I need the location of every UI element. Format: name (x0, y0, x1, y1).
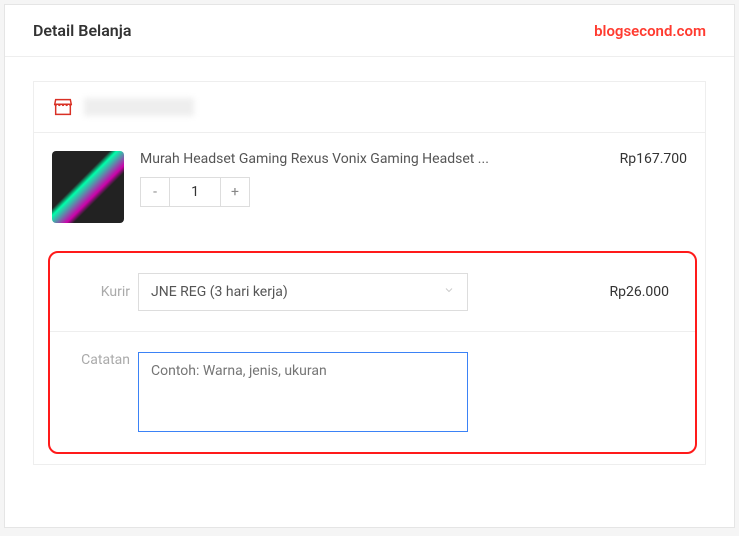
qty-value[interactable]: 1 (170, 177, 220, 207)
checkout-detail-page: Detail Belanja blogsecond.com Murah Head… (4, 4, 735, 528)
order-card: Murah Headset Gaming Rexus Vonix Gaming … (33, 81, 706, 465)
product-price: Rp167.700 (620, 151, 687, 167)
quantity-stepper: - 1 + (140, 177, 620, 207)
courier-selected-value: JNE REG (3 hari kerja) (151, 284, 288, 300)
courier-price: Rp26.000 (609, 284, 677, 300)
shop-icon (52, 96, 74, 118)
note-row: Catatan (50, 332, 695, 452)
courier-select[interactable]: JNE REG (3 hari kerja) (138, 273, 468, 311)
product-thumbnail[interactable] (52, 151, 124, 223)
highlighted-shipping-note-area: Kurir JNE REG (3 hari kerja) Rp26.000 Ca… (48, 251, 697, 454)
qty-increase-button[interactable]: + (220, 177, 250, 207)
courier-row: Kurir JNE REG (3 hari kerja) Rp26.000 (50, 253, 695, 332)
shop-row (34, 82, 705, 133)
product-row: Murah Headset Gaming Rexus Vonix Gaming … (34, 133, 705, 251)
page-header: Detail Belanja blogsecond.com (5, 5, 734, 57)
note-textarea[interactable] (138, 352, 468, 432)
courier-label: Kurir (68, 284, 138, 300)
qty-decrease-button[interactable]: - (140, 177, 170, 207)
watermark-text: blogsecond.com (594, 22, 706, 40)
product-title: Murah Headset Gaming Rexus Vonix Gaming … (140, 151, 620, 167)
shop-name-redacted (84, 98, 194, 116)
note-label: Catatan (68, 352, 138, 368)
page-title: Detail Belanja (33, 21, 131, 40)
chevron-down-icon (443, 284, 455, 300)
product-info: Murah Headset Gaming Rexus Vonix Gaming … (140, 151, 620, 207)
